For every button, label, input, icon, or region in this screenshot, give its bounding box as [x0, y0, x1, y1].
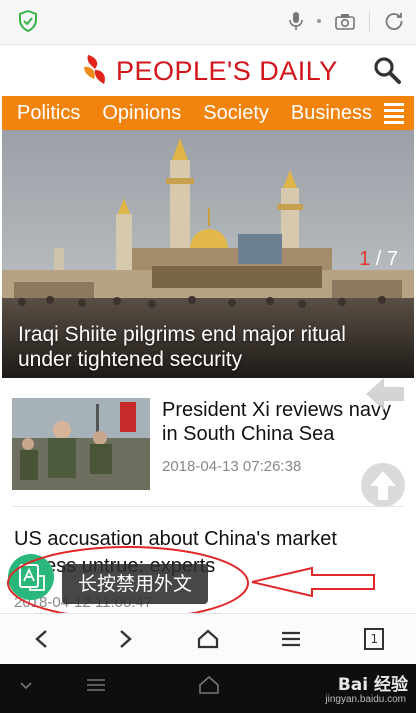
story-thumbnail-photo — [12, 398, 150, 490]
hero-headline[interactable]: Iraqi Shiite pilgrims end major ritual u… — [18, 322, 398, 372]
story-timestamp: 2018-04-13 07:26:38 — [162, 458, 302, 475]
nav-menu-icon[interactable] — [384, 103, 404, 124]
home-button[interactable] — [186, 617, 230, 661]
system-navigation-bar: Bai 经验 jingyan.baidu.com — [0, 664, 416, 713]
camera-icon[interactable] — [335, 13, 355, 30]
translate-tooltip: 长按禁用外文 — [62, 564, 209, 604]
separator-dot — [317, 19, 321, 23]
list-divider — [12, 506, 404, 507]
nav-item-business[interactable]: Business — [276, 96, 379, 130]
keyboard-menu-icon[interactable] — [86, 678, 106, 692]
hero-slideshow[interactable]: 1 / 7 Iraqi Shiite pilgrims end major ri… — [2, 130, 414, 378]
nav-item-opinions[interactable]: Opinions — [87, 96, 188, 130]
scroll-top-icon[interactable] — [360, 462, 406, 508]
search-icon[interactable] — [372, 55, 402, 85]
site-header: PEOPLE'S DAILY — [0, 45, 416, 95]
story-thumbnail[interactable] — [12, 398, 150, 490]
browser-toolbar: 1 — [0, 613, 416, 664]
tabs-button[interactable]: 1 — [352, 617, 396, 661]
peoples-daily-logo-icon[interactable] — [82, 53, 108, 87]
forward-icon — [119, 630, 132, 648]
home-icon — [197, 629, 219, 649]
slide-counter: 1 / 7 — [359, 248, 398, 271]
shield-check-icon[interactable] — [18, 10, 38, 32]
watermark-domain: jingyan.baidu.com — [325, 694, 406, 705]
nav-item-society[interactable]: Society — [188, 96, 276, 130]
watermark-brand: Bai 经验 — [337, 675, 408, 695]
back-button[interactable] — [20, 617, 64, 661]
refresh-icon[interactable] — [384, 11, 404, 31]
slide-counter-current: 1 — [359, 248, 371, 270]
translate-icon — [19, 564, 45, 591]
translate-button[interactable] — [8, 554, 54, 600]
menu-icon — [282, 631, 301, 647]
toolbar-divider — [369, 11, 370, 31]
forward-button[interactable] — [103, 617, 147, 661]
tabs-icon: 1 — [364, 628, 385, 650]
slide-counter-total: / 7 — [370, 248, 398, 270]
news-list-item[interactable]: President Xi reviews navy in South China… — [0, 382, 416, 502]
system-home-icon[interactable] — [198, 676, 220, 694]
microphone-icon[interactable] — [289, 11, 303, 31]
nav-item-politics[interactable]: Politics — [2, 96, 87, 130]
browser-address-bar — [0, 0, 416, 45]
back-arrow-icon[interactable] — [360, 372, 406, 416]
category-nav: Politics Opinions Society Business — [2, 96, 414, 130]
chevron-down-icon[interactable] — [20, 682, 32, 690]
back-icon — [34, 630, 47, 648]
menu-button[interactable] — [269, 617, 313, 661]
site-title[interactable]: PEOPLE'S DAILY — [116, 56, 338, 86]
